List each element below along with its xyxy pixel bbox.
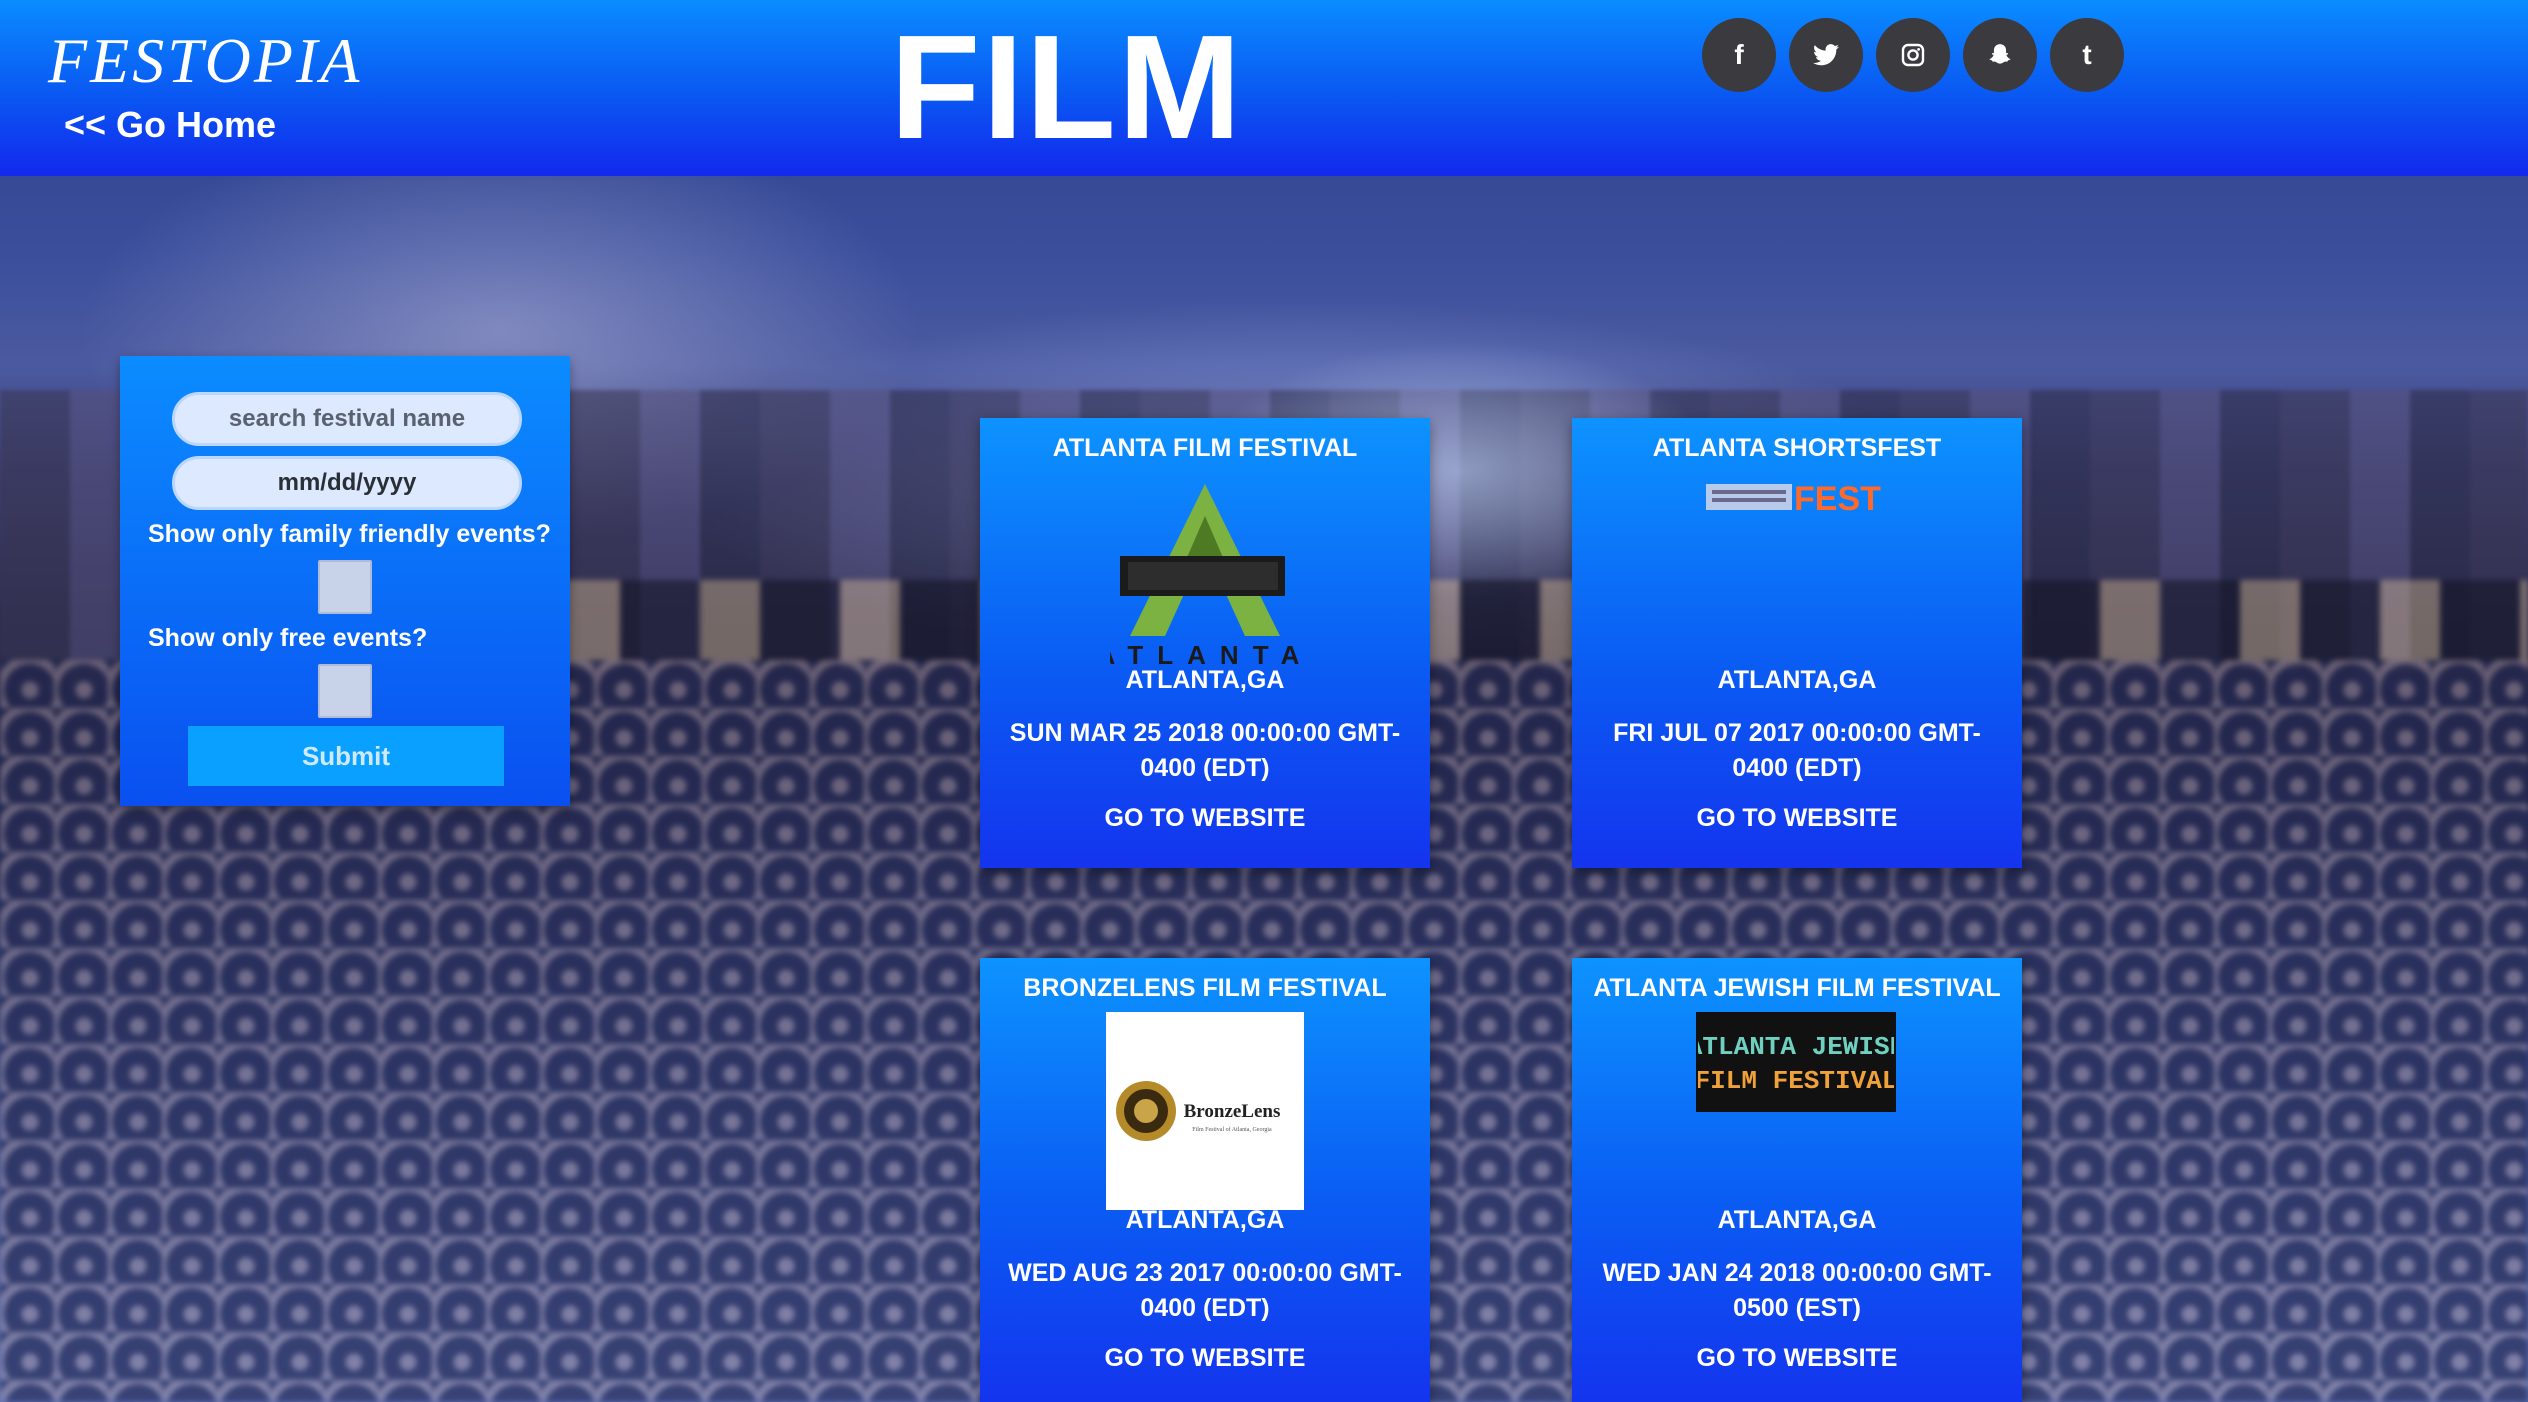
- festival-name: ATLANTA FILM FESTIVAL: [1052, 434, 1358, 462]
- shortsfest-logo: FEST: [1702, 474, 1892, 518]
- instagram-icon[interactable]: [1876, 18, 1950, 92]
- atlanta-film-festival-logo: ATLANTA: [1098, 474, 1312, 674]
- bronzelens-logo: BronzeLens Film Festival of Atlanta, Geo…: [1106, 1012, 1304, 1210]
- festival-date: WED JAN 24 2018 00:00:00 GMT-0500 (EST): [1602, 1259, 1992, 1322]
- festival-card: BRONZELENS FILM FESTIVAL BronzeLens Film…: [980, 958, 1430, 1402]
- date-input[interactable]: [172, 456, 522, 510]
- free-events-label: Show only free events?: [148, 624, 428, 652]
- festival-card: ATLANTA JEWISH FILM FESTIVAL ATLANTA JEW…: [1572, 958, 2022, 1402]
- festival-location: ATLANTA,GA: [1717, 1206, 1877, 1234]
- festival-date: WED AUG 23 2017 00:00:00 GMT-0400 (EDT): [1008, 1259, 1402, 1322]
- snapchat-ghost-glyph: [1989, 44, 2011, 64]
- family-friendly-checkbox[interactable]: [318, 560, 372, 614]
- header-bar: FESTOPIA << Go Home FILM f t: [0, 0, 2528, 176]
- svg-text:BronzeLens: BronzeLens: [1184, 1101, 1281, 1122]
- family-friendly-label: Show only family friendly events?: [148, 520, 551, 548]
- festival-date: SUN MAR 25 2018 00:00:00 GMT-0400 (EDT): [1009, 719, 1401, 782]
- twitter-bird-glyph: [1813, 44, 1839, 66]
- page-title: FILM: [890, 5, 1244, 170]
- festival-location: ATLANTA,GA: [1125, 666, 1285, 694]
- svg-text:Film Festival of Atlanta, Geor: Film Festival of Atlanta, Georgia: [1192, 1126, 1272, 1133]
- free-events-checkbox[interactable]: [318, 664, 372, 718]
- go-home-link[interactable]: << Go Home: [64, 104, 276, 146]
- submit-button[interactable]: Submit: [188, 726, 504, 786]
- go-to-website-link[interactable]: GO TO WEBSITE: [980, 1344, 1430, 1373]
- festival-name: ATLANTA SHORTSFEST: [1652, 434, 1942, 462]
- go-to-website-link[interactable]: GO TO WEBSITE: [1572, 804, 2022, 833]
- arena-arches: [560, 580, 2528, 670]
- festival-card: ATLANTA FILM FESTIVAL ATLANTA ATLANTA,GA…: [980, 418, 1430, 868]
- festival-date: FRI JUL 07 2017 00:00:00 GMT-0400 (EDT): [1613, 719, 1981, 782]
- festival-location: ATLANTA,GA: [1125, 1206, 1285, 1234]
- go-to-website-link[interactable]: GO TO WEBSITE: [980, 804, 1430, 833]
- go-to-website-link[interactable]: GO TO WEBSITE: [1572, 1344, 2022, 1373]
- atlanta-jewish-film-festival-logo: ATLANTA JEWISH FILM FESTIVAL: [1696, 1012, 1896, 1112]
- instagram-glyph: [1901, 43, 1925, 67]
- festival-name: BRONZELENS FILM FESTIVAL: [1023, 974, 1387, 1002]
- facebook-icon[interactable]: f: [1702, 18, 1776, 92]
- social-links: f t: [1702, 18, 2124, 92]
- twitter-icon[interactable]: [1789, 18, 1863, 92]
- festival-location: ATLANTA,GA: [1717, 666, 1877, 694]
- svg-text:ATLANTA JEWISH: ATLANTA JEWISH: [1698, 1032, 1894, 1062]
- site-logo[interactable]: FESTOPIA: [48, 24, 362, 98]
- festival-name: ATLANTA JEWISH FILM FESTIVAL: [1593, 974, 2001, 1002]
- festival-card: ATLANTA SHORTSFEST FEST ATLANTA,GA FRI J…: [1572, 418, 2022, 868]
- snapchat-icon[interactable]: [1963, 18, 2037, 92]
- svg-text:FILM FESTIVAL: FILM FESTIVAL: [1698, 1066, 1894, 1096]
- search-input[interactable]: [172, 392, 522, 446]
- facebook-glyph: f: [1734, 39, 1744, 70]
- filter-panel: Show only family friendly events? Show o…: [120, 356, 570, 806]
- svg-text:FEST: FEST: [1794, 480, 1881, 516]
- tumblr-icon[interactable]: t: [2050, 18, 2124, 92]
- tumblr-glyph: t: [2082, 39, 2092, 70]
